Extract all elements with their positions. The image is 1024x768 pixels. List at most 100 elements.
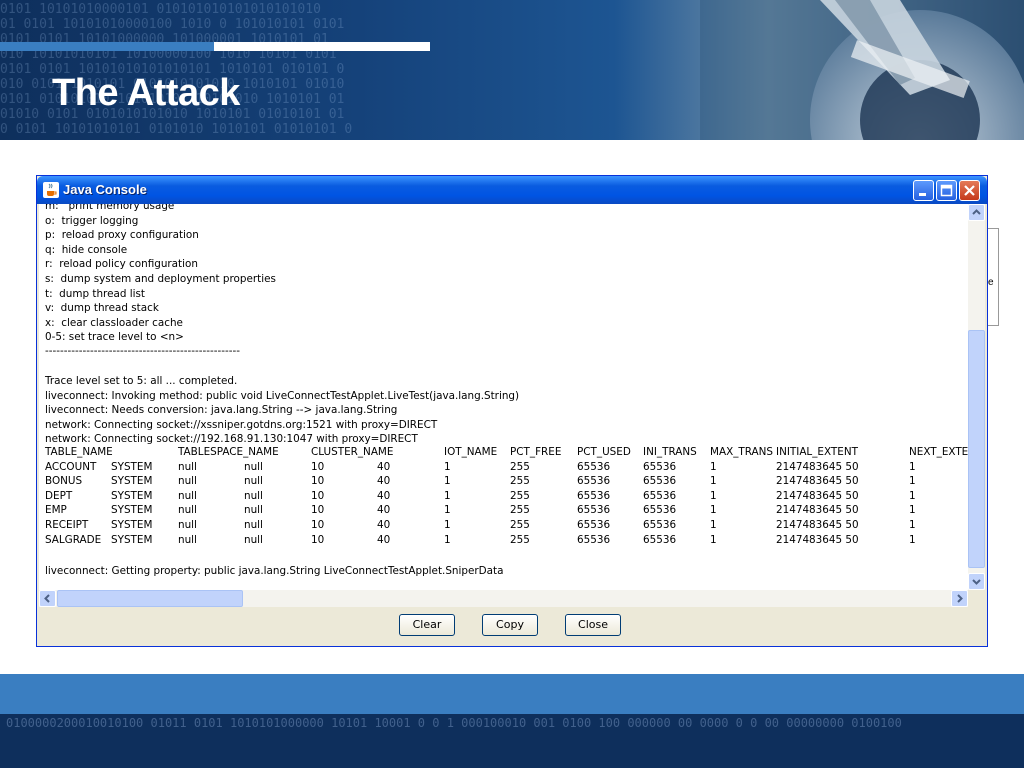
table-cell: 40 [377,475,391,488]
console-line: p: reload proxy configuration [45,229,199,241]
table-cell: 65536 [577,533,611,546]
arrow-down-icon [972,579,981,585]
table-cell: 1 [909,533,916,546]
background-window-text: e [988,277,994,288]
table-cell: EMP [45,504,67,517]
console-line: x: clear classloader cache [45,317,183,329]
table-cell: SYSTEM [111,475,153,488]
close-button[interactable]: Close [565,614,621,636]
console-line-last: liveconnect: Getting property: public ja… [45,565,504,577]
table-cell: null [178,504,197,517]
table-header-cell: NEXT_EXTE [909,446,968,458]
clear-button[interactable]: Clear [399,614,455,636]
table-cell: 1 [444,519,451,531]
table-cell: 65536 [577,475,611,488]
table-header-cell: INI_TRANS [643,446,697,458]
copy-button[interactable]: Copy [482,614,538,636]
table-cell: 255 [510,519,530,531]
console-output[interactable]: m: print memory usage o: trigger logging… [39,204,968,590]
table-cell: BONUS [45,475,83,488]
scroll-left-button[interactable] [39,590,56,607]
table-header-cell: INITIAL_EXTENT [776,446,858,458]
key-image-icon [700,0,1024,140]
table-cell: 2147483645 50 [776,489,859,502]
vertical-scroll-thumb[interactable] [968,330,985,568]
table-header-cell: IOT_NAME [444,446,498,458]
slide-header-banner: 0101 10101010000101 01010101010101010101… [0,0,1024,140]
table-header-cell: TABLE_NAME [45,446,113,458]
scroll-down-button[interactable] [968,573,985,590]
table-cell: 40 [377,519,391,531]
footer-binary-pattern: 0100000200010010100 01011 0101 101010100… [6,716,902,730]
console-line: liveconnect: Needs conversion: java.lang… [45,404,398,416]
console-line: liveconnect: Invoking method: public voi… [45,390,520,402]
table-cell: null [178,475,197,488]
java-console-window: Java Console m: print memory usage o: tr… [36,175,988,647]
table-cell: 1 [909,519,916,531]
console-line: m: print memory usage [45,204,175,212]
table-cell: 65536 [643,519,677,531]
table-cell: 1 [909,460,916,473]
table-cell: 255 [510,504,530,517]
maximize-button[interactable] [936,180,957,201]
close-icon [964,185,975,196]
console-line: ----------------------------------------… [45,345,240,357]
footer-dark-band: 0100000200010010100 01011 0101 101010100… [0,714,1024,768]
table-cell: 1 [710,504,717,517]
table-cell: null [178,460,197,473]
table-cell: SYSTEM [111,519,153,531]
table-cell: SALGRADE [45,533,102,546]
table-cell: ACCOUNT [45,460,97,473]
table-cell: 65536 [577,504,611,517]
table-cell: 1 [444,475,451,488]
table-cell: 2147483645 50 [776,533,859,546]
table-cell: 255 [510,489,530,502]
minimize-button[interactable] [913,180,934,201]
slide-title: The Attack [52,72,240,114]
scroll-up-button[interactable] [968,204,985,221]
table-cell: 255 [510,475,530,488]
table-cell: null [178,533,197,546]
table-cell: 2147483645 50 [776,460,859,473]
table-cell: 255 [510,533,530,546]
table-cell: 1 [444,533,451,546]
background-window-edge: e [988,228,999,326]
table-cell: 2147483645 50 [776,519,859,531]
table-cell: 255 [510,460,530,473]
table-cell: 65536 [577,460,611,473]
footer-accent-band [0,674,1024,714]
table-cell: 1 [444,460,451,473]
table-cell: 2147483645 50 [776,504,859,517]
horizontal-scrollbar[interactable] [39,590,968,607]
console-line: 0-5: set trace level to <n> [45,331,184,343]
table-cell: null [244,519,263,531]
table-cell: 1 [444,489,451,502]
table-cell: SYSTEM [111,533,153,546]
table-cell: null [244,504,263,517]
table-cell: null [178,489,197,502]
window-titlebar[interactable]: Java Console [37,176,987,204]
table-cell: 1 [909,504,916,517]
horizontal-scroll-thumb[interactable] [57,590,243,607]
close-window-button[interactable] [959,180,980,201]
console-line: r: reload policy configuration [45,258,198,270]
table-header-cell: TABLESPACE_NAME [178,446,279,458]
table-cell: SYSTEM [111,504,153,517]
table-cell: 65536 [643,475,677,488]
table-cell: 65536 [643,504,677,517]
table-cell: 1 [710,475,717,488]
table-cell: 1 [710,519,717,531]
table-cell: SYSTEM [111,489,153,502]
table-cell: 10 [311,489,325,502]
console-line: o: trigger logging [45,215,139,227]
table-cell: 10 [311,504,325,517]
console-line: Trace level set to 5: all ... completed. [45,375,238,387]
arrow-up-icon [972,209,981,215]
table-cell: 10 [311,519,325,531]
table-cell: null [244,475,263,488]
scroll-right-button[interactable] [951,590,968,607]
vertical-scrollbar[interactable] [968,204,985,590]
console-line: s: dump system and deployment properties [45,273,276,285]
table-cell: 1 [710,533,717,546]
minimize-icon [919,193,926,196]
